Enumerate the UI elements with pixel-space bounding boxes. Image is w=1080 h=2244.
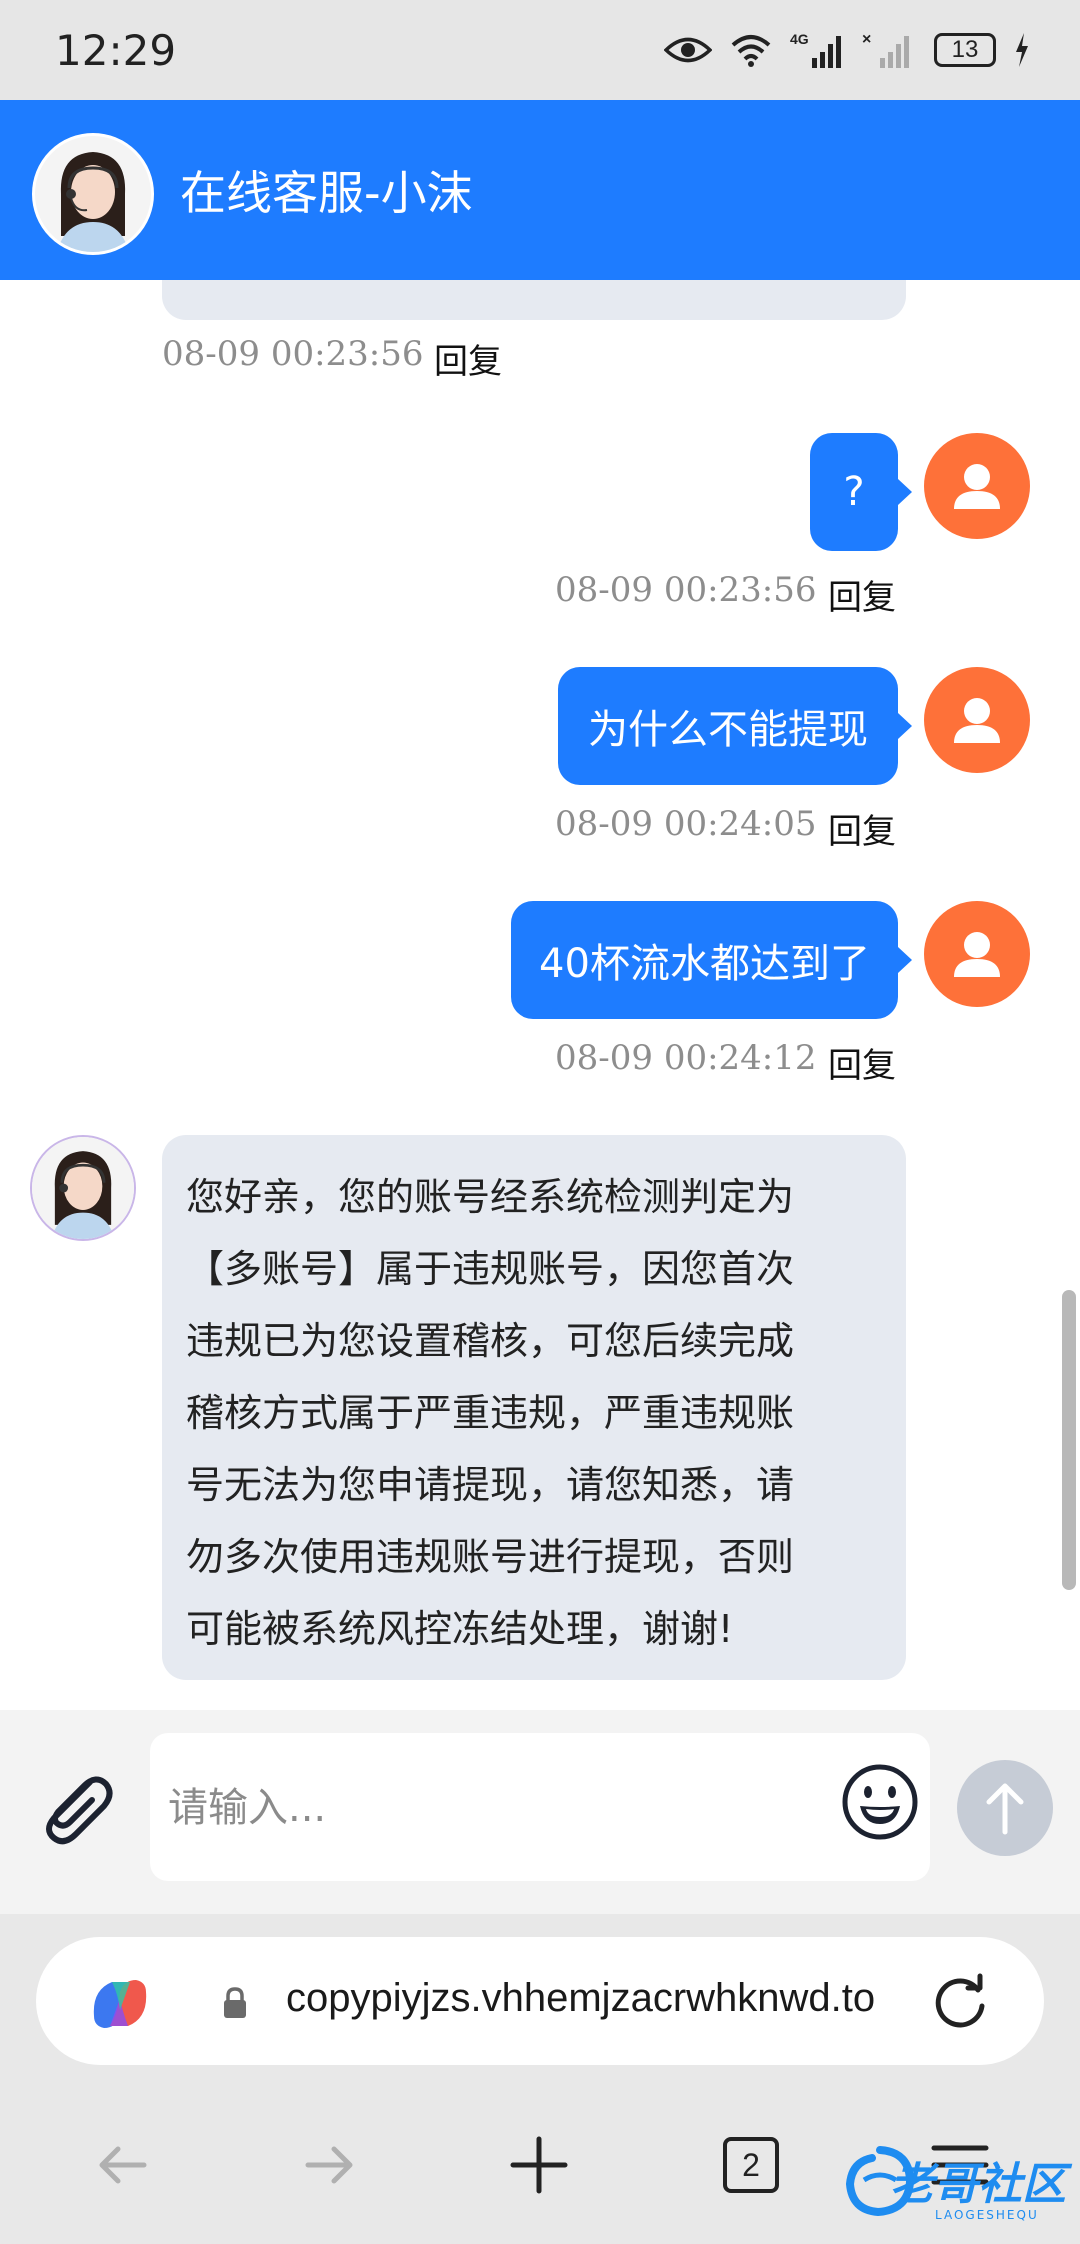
watermark-text: 老哥社区 [890,2159,1066,2210]
agent-message-bubble: 您好亲，您的账号经系统检测判定为 【多账号】属于违规账号，因您首次 违规已为您设… [162,1135,906,1680]
agent-avatar-header[interactable] [32,133,154,255]
signal-none-icon: × [862,31,909,68]
wifi-icon [731,35,771,67]
watermark-subtext: LAOGESHEQU [935,2208,1039,2222]
charging-icon [1016,33,1028,67]
emoji-icon [842,1764,918,1840]
chat-messages[interactable]: 08-09 00:23:56 回复 ? 08-09 00:23:56 回复 为什… [0,280,1080,1710]
agent-message-bubble [162,280,906,320]
message-timestamp: 08-09 00:24:05 [555,804,817,844]
url-value: copypiyjzs.vhhemjzacrwhknwd.to [286,1976,876,2020]
message-line: 您好亲，您的账号经系统检测判定为 [186,1175,795,1219]
message-input-box[interactable] [150,1733,930,1881]
status-icons: 4G × 13 [664,26,1030,74]
message-text: 为什么不能提现 [588,707,868,753]
user-message-bubble: 为什么不能提现 [558,667,912,785]
svg-text:4G: 4G [790,31,809,47]
chat-title: 在线客服-小沫 [180,166,473,220]
forward-button[interactable] [290,2130,370,2200]
battery-icon: 13 [934,33,996,67]
url-text[interactable]: copypiyjzs.vhhemjzacrwhknwd.to [286,1976,896,2028]
message-input[interactable] [166,1769,770,1847]
send-button[interactable] [957,1760,1053,1856]
lock-icon [220,1986,250,2020]
arrow-left-icon [99,2146,147,2184]
status-time: 12:29 [55,26,177,75]
reply-link[interactable]: 回复 [828,1038,896,1087]
reply-link[interactable]: 回复 [434,334,502,383]
attach-button[interactable] [30,1760,120,1850]
new-tab-button[interactable] [499,2130,579,2200]
user-icon [954,698,1000,743]
chat-scrollbar[interactable] [1062,1290,1076,1590]
agent-avatar[interactable] [30,1135,136,1241]
paperclip-icon [46,1776,113,1845]
arrow-right-icon [305,2146,353,2184]
status-bar: 12:29 4G × 13 [0,0,1080,100]
emoji-button[interactable] [840,1762,920,1842]
message-line: 违规已为您设置稽核，可您后续完成 [186,1319,795,1363]
tabs-button[interactable]: 2 [723,2137,779,2193]
signal-4g-icon: 4G [790,31,841,68]
user-avatar[interactable] [924,901,1030,1007]
copilot-button[interactable] [86,1970,154,2038]
chat-header [0,100,1080,280]
reload-icon [935,1973,985,2028]
message-timestamp: 08-09 00:23:56 [555,570,817,610]
user-avatar[interactable] [924,433,1030,539]
message-line: 号无法为您申请提现，请您知悉，请 [186,1463,795,1507]
copilot-icon [93,1980,147,2028]
message-line: 稽核方式属于严重违规，严重违规账 [186,1391,795,1435]
message-line: 【多账号】属于违规账号，因您首次 [186,1247,795,1291]
eye-icon [664,37,712,63]
user-message-bubble: ? [810,433,912,551]
svg-text:×: × [862,31,871,48]
message-timestamp: 08-09 00:24:12 [555,1038,817,1078]
user-icon [954,464,1000,509]
watermark-logo: 老哥社区 LAOGESHEQU [840,2140,1070,2230]
reload-button[interactable] [928,1970,992,2034]
arrow-up-icon [986,1783,1024,1835]
message-line: 可能被系统风控冻结处理，谢谢! [186,1607,734,1651]
message-timestamp: 08-09 00:23:56 [162,334,424,374]
message-text: ? [843,469,865,515]
reply-link[interactable]: 回复 [828,570,896,619]
plus-icon [510,2136,568,2194]
user-icon [954,932,1000,977]
user-avatar[interactable] [924,667,1030,773]
user-message-bubble: 40杯流水都达到了 [511,901,912,1019]
message-line: 勿多次使用违规账号进行提现，否则 [186,1535,795,1579]
reply-link[interactable]: 回复 [828,804,896,853]
back-button[interactable] [82,2130,162,2200]
message-text: 40杯流水都达到了 [539,941,870,987]
